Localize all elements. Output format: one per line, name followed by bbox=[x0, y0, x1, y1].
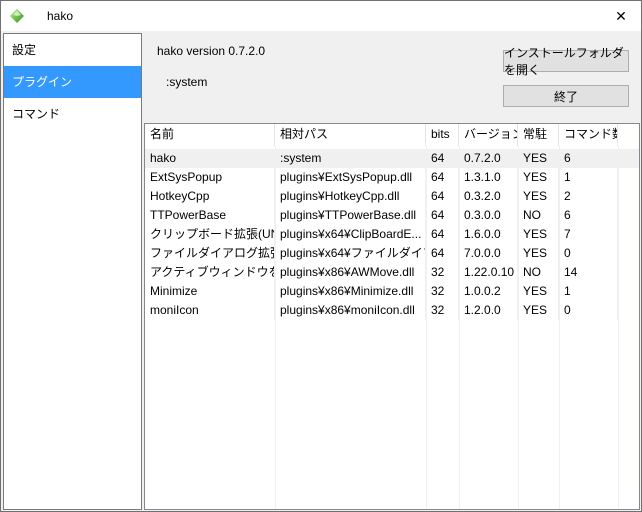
column-header-resident[interactable]: 常駐 bbox=[518, 124, 559, 146]
column-header-name[interactable]: 名前 bbox=[145, 124, 275, 146]
close-button[interactable]: ✕ bbox=[601, 1, 641, 31]
column-header-path[interactable]: 相対パス bbox=[275, 124, 426, 146]
cell-path: plugins¥x86¥moniIcon.dll bbox=[275, 301, 426, 320]
list-header: 名前 相対パス bits バージョン 常駐 コマンド数 bbox=[145, 124, 639, 146]
cell-path: plugins¥x64¥ClipBoardE... bbox=[275, 225, 426, 244]
table-row[interactable]: クリップボード拡張(UNI...plugins¥x64¥ClipBoardE..… bbox=[145, 225, 639, 244]
cell-command-count: 0 bbox=[559, 244, 618, 263]
cell-path: plugins¥HotkeyCpp.dll bbox=[275, 187, 426, 206]
window-title: hako bbox=[47, 9, 74, 23]
app-diamond-icon bbox=[10, 9, 24, 23]
cell-resident: YES bbox=[518, 168, 559, 187]
cell-path: plugins¥ExtSysPopup.dll bbox=[275, 168, 426, 187]
cell-version: 0.3.0.0 bbox=[459, 206, 518, 225]
cell-command-count: 1 bbox=[559, 282, 618, 301]
cell-command-count: 2 bbox=[559, 187, 618, 206]
table-row[interactable]: TTPowerBase plugins¥TTPowerBase.dll 64 0.3.… bbox=[145, 206, 639, 225]
cell-path: plugins¥TTPowerBase.dll bbox=[275, 206, 426, 225]
cell-version: 1.2.0.0 bbox=[459, 301, 518, 320]
cell-bits: 64 bbox=[426, 149, 459, 168]
cell-name: TTPowerBase bbox=[145, 206, 275, 225]
sidebar: 設定 プラグイン コマンド bbox=[3, 33, 142, 510]
cell-path: :system bbox=[275, 149, 426, 168]
cell-bits: 64 bbox=[426, 225, 459, 244]
cell-path: plugins¥x64¥ファイルダイア... bbox=[275, 244, 426, 263]
table-row[interactable]: moniIcon plugins¥x86¥moniIcon.dll 32 1.2.0.… bbox=[145, 301, 639, 320]
cell-command-count: 7 bbox=[559, 225, 618, 244]
cell-path: plugins¥x86¥Minimize.dll bbox=[275, 282, 426, 301]
app-window: hako ✕ 設定 プラグイン コマンド hako version 0.7.2.… bbox=[0, 0, 642, 512]
system-label: :system bbox=[166, 75, 208, 89]
table-row[interactable]: HotkeyCpp plugins¥HotkeyCpp.dll 64 0.3.2.0 Y… bbox=[145, 187, 639, 206]
cell-resident: NO bbox=[518, 263, 559, 282]
cell-command-count: 14 bbox=[559, 263, 618, 282]
cell-name: アクティブウィンドウを動... bbox=[145, 263, 275, 282]
cell-name: ファイルダイアログ拡張7 bbox=[145, 244, 275, 263]
table-row[interactable]: ファイルダイアログ拡張7plugins¥x64¥ファイルダイア...647.0.… bbox=[145, 244, 639, 263]
cell-resident: YES bbox=[518, 225, 559, 244]
table-row[interactable]: hako:system 64 0.7.2.0 YES 6 bbox=[145, 149, 639, 168]
cell-bits: 64 bbox=[426, 244, 459, 263]
cell-version: 0.7.2.0 bbox=[459, 149, 518, 168]
cell-command-count: 1 bbox=[559, 168, 618, 187]
cell-command-count: 6 bbox=[559, 149, 618, 168]
cell-resident: YES bbox=[518, 187, 559, 206]
cell-resident: YES bbox=[518, 149, 559, 168]
cell-name: クリップボード拡張(UNI... bbox=[145, 225, 275, 244]
cell-name: ExtSysPopup bbox=[145, 168, 275, 187]
table-row[interactable]: Minimize plugins¥x86¥Minimize.dll 32 1.0.0.… bbox=[145, 282, 639, 301]
title-bar: hako ✕ bbox=[1, 1, 641, 31]
column-header-bits[interactable]: bits bbox=[426, 124, 459, 146]
cell-version: 1.22.0.10 bbox=[459, 263, 518, 282]
cell-bits: 32 bbox=[426, 263, 459, 282]
cell-version: 1.6.0.0 bbox=[459, 225, 518, 244]
sidebar-item-plugins[interactable]: プラグイン bbox=[4, 66, 141, 98]
cell-name: moniIcon bbox=[145, 301, 275, 320]
plugin-list[interactable]: 名前 相対パス bits バージョン 常駐 コマンド数 hako:system6… bbox=[144, 123, 640, 510]
cell-bits: 32 bbox=[426, 301, 459, 320]
cell-resident: YES bbox=[518, 244, 559, 263]
cell-bits: 64 bbox=[426, 168, 459, 187]
exit-button[interactable]: 終了 bbox=[503, 85, 629, 107]
cell-path: plugins¥x86¥AWMove.dll bbox=[275, 263, 426, 282]
cell-name: HotkeyCpp bbox=[145, 187, 275, 206]
cell-version: 7.0.0.0 bbox=[459, 244, 518, 263]
cell-version: 1.3.1.0 bbox=[459, 168, 518, 187]
cell-name: hako bbox=[145, 149, 275, 168]
list-body: hako:system 64 0.7.2.0 YES 6 ExtSysPopup plugi… bbox=[145, 149, 639, 320]
version-label: hako version 0.7.2.0 bbox=[157, 44, 266, 58]
column-header-command-count[interactable]: コマンド数 bbox=[559, 124, 618, 146]
cell-bits: 32 bbox=[426, 282, 459, 301]
column-header-version[interactable]: バージョン bbox=[459, 124, 518, 146]
cell-version: 0.3.2.0 bbox=[459, 187, 518, 206]
table-row[interactable]: ExtSysPopup plugins¥ExtSysPopup.dll 64 1.3.… bbox=[145, 168, 639, 187]
cell-command-count: 0 bbox=[559, 301, 618, 320]
table-row[interactable]: アクティブウィンドウを動...plugins¥x86¥AWMove.dll321… bbox=[145, 263, 639, 282]
cell-resident: NO bbox=[518, 206, 559, 225]
sidebar-item-settings[interactable]: 設定 bbox=[4, 34, 141, 66]
cell-version: 1.0.0.2 bbox=[459, 282, 518, 301]
cell-bits: 64 bbox=[426, 187, 459, 206]
open-install-folder-button[interactable]: インストールフォルダを開く bbox=[503, 46, 629, 77]
cell-bits: 64 bbox=[426, 206, 459, 225]
cell-resident: YES bbox=[518, 301, 559, 320]
cell-command-count: 6 bbox=[559, 206, 618, 225]
sidebar-item-commands[interactable]: コマンド bbox=[4, 98, 141, 130]
cell-name: Minimize bbox=[145, 282, 275, 301]
close-icon: ✕ bbox=[615, 7, 627, 24]
cell-resident: YES bbox=[518, 282, 559, 301]
